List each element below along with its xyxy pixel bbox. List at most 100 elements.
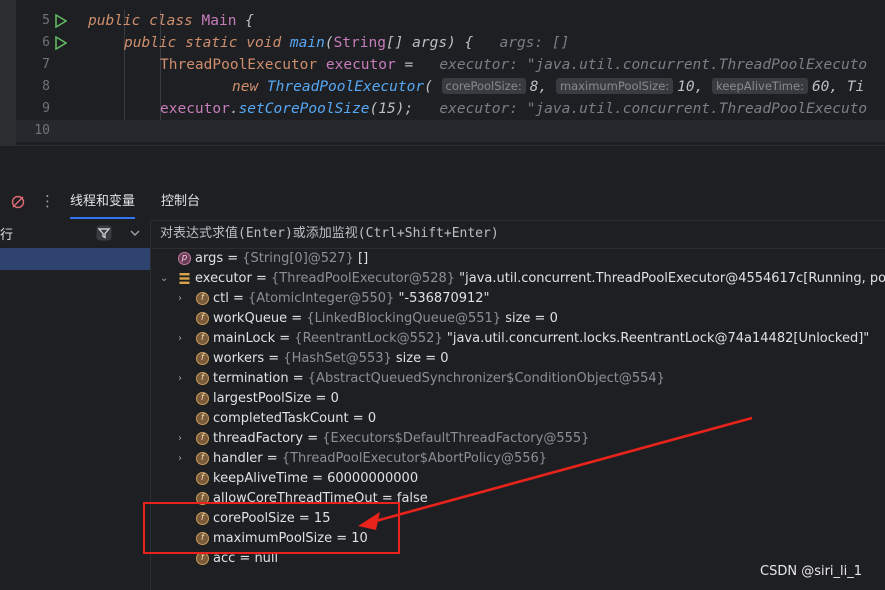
code-editor[interactable]: 5 6 7 8 9 10 public class Main { public … xyxy=(0,0,885,145)
code-token: ThreadPoolExecutor xyxy=(160,57,318,73)
field-icon: f xyxy=(196,412,209,425)
variable-name: workers xyxy=(213,351,265,366)
code-token: public xyxy=(88,13,141,29)
variable-value: "java.util.concurrent.locks.ReentrantLoc… xyxy=(446,331,870,346)
more-options-icon[interactable]: ⋮ xyxy=(40,192,55,210)
code-token: void xyxy=(246,35,282,51)
code-token: 10 xyxy=(677,79,695,95)
inline-debug-value: executor: "java.util.concurrent.ThreadPo… xyxy=(439,101,868,117)
variable-name: workQueue xyxy=(213,311,288,326)
inline-debug-value: args: [] xyxy=(499,35,570,51)
code-token: static xyxy=(185,35,238,51)
chevron-right-icon[interactable]: › xyxy=(178,454,188,464)
field-icon: f xyxy=(196,332,209,345)
field-icon: f xyxy=(196,292,209,305)
debug-tab-bar: ⋮ 线程和变量 控制台 xyxy=(0,185,885,221)
variable-ref: {HashSet@553} xyxy=(283,351,392,366)
code-line-9: executor.setCorePoolSize(15); executor: … xyxy=(160,98,867,120)
annotation-highlight-box xyxy=(143,502,400,554)
variable-value: 0 xyxy=(330,391,339,406)
code-token: setCorePoolSize xyxy=(238,101,370,117)
variable-text: threadFactory = {Executors$DefaultThread… xyxy=(213,431,590,446)
code-token: [] xyxy=(385,35,404,51)
variable-name: handler xyxy=(213,451,263,466)
inline-debug-value: executor: "java.util.concurrent.ThreadPo… xyxy=(439,57,868,73)
variable-ref: {AbstractQueuedSynchronizer$ConditionObj… xyxy=(307,371,665,386)
code-token: ( xyxy=(424,79,433,95)
variable-text: workQueue = {LinkedBlockingQueue@551} si… xyxy=(213,311,558,326)
variable-name: ctl xyxy=(213,291,229,306)
code-token: args xyxy=(412,35,448,51)
local-variable-icon xyxy=(179,273,190,284)
line-number: 5 xyxy=(42,13,50,28)
variable-value: size = 0 xyxy=(395,351,449,366)
run-main-icon[interactable] xyxy=(55,36,67,50)
variable-text: workers = {HashSet@553} size = 0 xyxy=(213,351,449,366)
variable-ref: {ThreadPoolExecutor@528} xyxy=(271,271,456,286)
variable-value: "-536870912" xyxy=(398,291,490,306)
field-icon: f xyxy=(196,312,209,325)
code-line-6: public static void main(String[] args) {… xyxy=(124,32,569,54)
code-line-8: new ThreadPoolExecutor( corePoolSize: 8, … xyxy=(232,78,865,95)
variable-value: 60000000000 xyxy=(327,471,419,486)
code-token: Ti xyxy=(846,79,865,95)
chevron-down-icon[interactable] xyxy=(130,230,140,237)
code-token: ( xyxy=(324,35,334,51)
code-token: ( xyxy=(369,101,379,117)
selected-frame-row[interactable] xyxy=(0,248,150,270)
variable-text: executor = {ThreadPoolExecutor@528} "jav… xyxy=(195,269,885,289)
variable-name: args xyxy=(195,251,224,266)
field-icon: f xyxy=(196,432,209,445)
variable-ref: {AtomicInteger@550} xyxy=(248,291,395,306)
variable-text: completedTaskCount = 0 xyxy=(213,411,377,426)
run-class-icon[interactable] xyxy=(55,14,67,28)
frames-panel: 行 xyxy=(0,220,151,590)
line-number: 10 xyxy=(34,123,50,138)
code-token: . xyxy=(229,101,239,117)
field-icon: f xyxy=(196,372,209,385)
variable-ref: {ReentrantLock@552} xyxy=(294,331,443,346)
parameter-hint: corePoolSize: xyxy=(441,78,526,94)
field-icon: f xyxy=(196,352,209,365)
frames-toolbar: 行 xyxy=(0,220,150,248)
variable-name: threadFactory xyxy=(213,431,304,446)
code-token: ThreadPoolExecutor xyxy=(266,79,425,95)
chevron-right-icon[interactable]: › xyxy=(178,334,188,344)
variable-text: handler = {ThreadPoolExecutor$AbortPolic… xyxy=(213,451,548,466)
chevron-right-icon[interactable]: › xyxy=(178,374,188,384)
code-token: 60 xyxy=(811,79,830,95)
code-token: main xyxy=(289,35,325,51)
variable-ref: {ThreadPoolExecutor$AbortPolicy@556} xyxy=(281,451,548,466)
variable-name: termination xyxy=(213,371,289,386)
variable-text: termination = {AbstractQueuedSynchronize… xyxy=(213,371,665,386)
filter-icon[interactable] xyxy=(96,225,112,241)
code-token: String xyxy=(333,35,386,51)
code-line-7: ThreadPoolExecutor executor = executor: … xyxy=(160,54,867,76)
mute-breakpoints-icon[interactable] xyxy=(11,195,25,209)
code-token: { xyxy=(245,13,254,29)
chevron-right-icon[interactable]: › xyxy=(178,294,188,304)
parameter-hint: maximumPoolSize: xyxy=(555,78,674,94)
tab-threads-variables[interactable]: 线程和变量 xyxy=(70,185,136,219)
current-line-highlight xyxy=(16,120,885,142)
variable-name: keepAliveTime xyxy=(213,471,308,486)
code-token: new xyxy=(232,79,259,95)
variable-text: ctl = {AtomicInteger@550} "-536870912" xyxy=(213,291,490,306)
field-icon: f xyxy=(196,452,209,465)
chevron-right-icon[interactable]: › xyxy=(178,434,188,444)
evaluate-placeholder: 对表达式求值(Enter)或添加监视(Ctrl+Shift+Enter) xyxy=(160,226,499,241)
variable-name: largestPoolSize xyxy=(213,391,312,406)
code-token: ) xyxy=(447,35,456,51)
tab-console[interactable]: 控制台 xyxy=(161,185,200,219)
editor-gutter-strip xyxy=(0,0,16,145)
evaluate-expression-input[interactable]: 对表达式求值(Enter)或添加监视(Ctrl+Shift+Enter) xyxy=(150,220,885,249)
frame-label: 行 xyxy=(0,228,14,243)
code-token: Main xyxy=(201,13,237,29)
variable-name: executor xyxy=(195,271,252,286)
code-token: { xyxy=(464,35,474,51)
variable-ref: {String[0]@527} xyxy=(242,251,354,266)
code-token: public xyxy=(124,35,177,51)
line-number: 9 xyxy=(42,101,50,116)
chevron-down-icon[interactable]: ⌄ xyxy=(160,274,170,284)
code-token: 15 xyxy=(378,101,396,117)
